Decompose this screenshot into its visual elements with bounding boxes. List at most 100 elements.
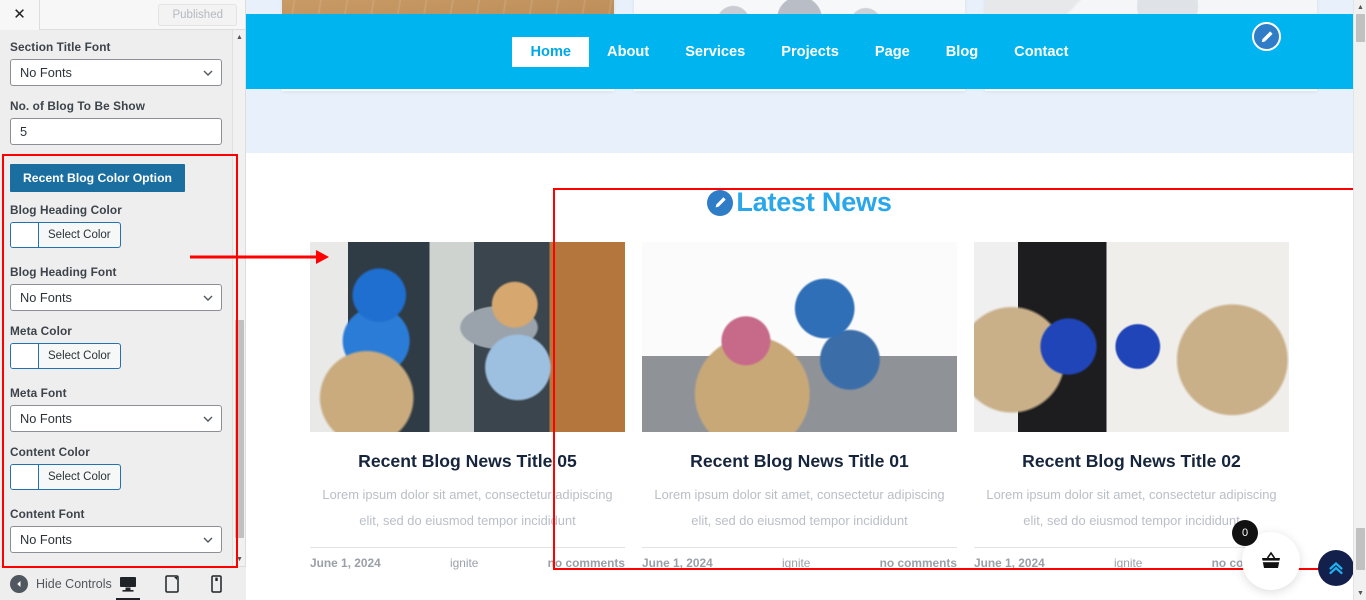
sidebar-scrollbar-thumb[interactable] xyxy=(235,320,244,538)
color-swatch xyxy=(11,465,39,489)
control-meta-color: Meta Color Select Color xyxy=(10,324,223,373)
control-content-color: Content Color Select Color xyxy=(10,445,223,494)
nav-item-projects[interactable]: Projects xyxy=(763,37,857,67)
blog-heading-color-picker[interactable]: Select Color xyxy=(10,222,121,248)
device-desktop-button[interactable] xyxy=(116,567,140,600)
chevron-down-icon xyxy=(203,295,213,301)
blog-card-excerpt: Lorem ipsum dolor sit amet, consectetur … xyxy=(654,487,945,529)
blog-card[interactable]: Recent Blog News Title 05 Lorem ipsum do… xyxy=(310,242,625,570)
blog-card-title[interactable]: Recent Blog News Title 01 xyxy=(642,451,957,472)
desktop-icon xyxy=(120,576,136,592)
page-title: Latest News xyxy=(736,187,892,217)
content-color-picker[interactable]: Select Color xyxy=(10,464,121,490)
blog-card-author[interactable]: ignite xyxy=(450,556,478,570)
blog-heading-font-select[interactable]: No Fonts xyxy=(10,284,222,311)
nav-menu: Home About Services Projects Page Blog C… xyxy=(512,36,1086,67)
select-color-label: Select Color xyxy=(48,229,111,241)
control-label: Content Color xyxy=(10,445,90,459)
control-meta-font: Meta Font No Fonts xyxy=(10,386,223,432)
hide-controls-label: Hide Controls xyxy=(36,576,112,591)
no-of-blog-input[interactable]: 5 xyxy=(10,118,222,145)
nav-item-home[interactable]: Home xyxy=(512,36,590,67)
section-title-font-select[interactable]: No Fonts xyxy=(10,59,222,86)
blog-card-image-family-playing-with-moving-box xyxy=(642,242,957,432)
control-no-of-blog: No. of Blog To Be Show 5 xyxy=(10,99,223,145)
control-label: Blog Heading Color xyxy=(10,203,122,217)
control-label: Content Font xyxy=(10,507,85,521)
nav-item-services[interactable]: Services xyxy=(667,37,763,67)
control-label: Meta Font xyxy=(10,386,67,400)
site-navbar: Home About Services Projects Page Blog C… xyxy=(246,14,1353,89)
select-value: No Fonts xyxy=(20,532,72,547)
nav-item-page[interactable]: Page xyxy=(857,37,928,67)
close-icon[interactable]: ✕ xyxy=(0,0,40,30)
blog-card-comments[interactable]: no comments xyxy=(548,556,625,570)
blog-card[interactable]: Recent Blog News Title 01 Lorem ipsum do… xyxy=(642,242,957,570)
blog-card-date: June 1, 2024 xyxy=(310,555,381,570)
preview-scroll-up-icon[interactable]: ▲ xyxy=(1354,0,1366,14)
device-tablet-button[interactable] xyxy=(160,567,184,600)
cart-button[interactable]: 0 xyxy=(1232,520,1300,590)
mobile-icon xyxy=(210,574,222,593)
blog-card-meta: June 1, 2024 ignite no comments xyxy=(310,546,625,570)
color-swatch xyxy=(11,344,39,368)
edit-section-pencil-icon[interactable] xyxy=(707,189,734,216)
preview-scroll-down-icon[interactable]: ▼ xyxy=(1354,586,1366,600)
latest-news-section: Latest News Recent Blog News Title 05 Lo… xyxy=(246,153,1353,600)
control-label: Section Title Font xyxy=(10,40,111,54)
control-content-font: Content Font No Fonts xyxy=(10,507,223,553)
sidebar-controls: Section Title Font No Fonts No. of Blog … xyxy=(0,30,233,566)
select-color-label: Select Color xyxy=(48,350,111,362)
blog-cards-row: Recent Blog News Title 05 Lorem ipsum do… xyxy=(310,242,1289,570)
blog-card-author[interactable]: ignite xyxy=(1114,556,1142,570)
shopping-basket-icon xyxy=(1262,551,1280,568)
chevron-down-icon xyxy=(203,537,213,543)
blog-card-date: June 1, 2024 xyxy=(642,555,713,570)
blog-card-date: June 1, 2024 xyxy=(974,555,1045,570)
color-swatch xyxy=(11,223,39,247)
customizer-screen: ✕ Published Section Title Font No Fonts … xyxy=(0,0,1366,600)
sidebar-header: ✕ Published xyxy=(0,0,245,30)
tablet-icon xyxy=(165,574,179,593)
meta-color-picker[interactable]: Select Color xyxy=(10,343,121,369)
blog-card-comments[interactable]: no comments xyxy=(880,556,957,570)
select-value: No Fonts xyxy=(20,411,72,426)
preview-scrollbar[interactable]: ▲ ▼ xyxy=(1353,0,1366,600)
nav-item-blog[interactable]: Blog xyxy=(928,37,996,67)
latest-news-heading-row: Latest News xyxy=(310,187,1289,218)
content-font-select[interactable]: No Fonts xyxy=(10,526,222,553)
control-blog-heading-font: Blog Heading Font No Fonts xyxy=(10,265,223,311)
recent-blog-color-option-button[interactable]: Recent Blog Color Option xyxy=(10,164,185,192)
scroll-up-icon[interactable]: ▲ xyxy=(233,30,246,44)
select-value: No Fonts xyxy=(20,65,72,80)
blog-card-meta: June 1, 2024 ignite no comments xyxy=(642,546,957,570)
meta-font-select[interactable]: No Fonts xyxy=(10,405,222,432)
site-preview: Home About Services Projects Page Blog C… xyxy=(246,0,1366,600)
scroll-to-top-button[interactable] xyxy=(1318,550,1354,586)
sidebar-scrollbar[interactable]: ▲ ▼ xyxy=(232,30,245,566)
device-switcher xyxy=(116,567,236,600)
blog-card-title[interactable]: Recent Blog News Title 05 xyxy=(310,451,625,472)
hide-controls-button[interactable]: Hide Controls xyxy=(10,574,112,593)
sidebar-footer: Hide Controls xyxy=(0,566,246,600)
nav-item-about[interactable]: About xyxy=(589,37,667,67)
device-mobile-button[interactable] xyxy=(204,567,228,600)
nav-item-contact[interactable]: Contact xyxy=(996,37,1086,67)
preview-scrollbar-thumb[interactable] xyxy=(1356,528,1365,570)
edit-menu-pencil-icon[interactable] xyxy=(1252,22,1281,51)
customizer-sidebar: ✕ Published Section Title Font No Fonts … xyxy=(0,0,246,600)
preview-scrollbar-thumb-top[interactable] xyxy=(1356,14,1365,42)
control-label: No. of Blog To Be Show xyxy=(10,99,146,113)
blog-card-image-two-movers-sitting-with-boxes xyxy=(974,242,1289,432)
scroll-down-icon[interactable]: ▼ xyxy=(233,552,246,566)
control-label: Meta Color xyxy=(10,324,72,338)
blog-card-excerpt: Lorem ipsum dolor sit amet, consectetur … xyxy=(322,487,613,529)
select-value: No Fonts xyxy=(20,290,72,305)
collapse-arrow-icon xyxy=(10,574,28,593)
control-blog-heading-color: Blog Heading Color Select Color xyxy=(10,203,223,252)
blog-card-title[interactable]: Recent Blog News Title 02 xyxy=(974,451,1289,472)
blog-card-author[interactable]: ignite xyxy=(782,556,810,570)
chevron-down-icon xyxy=(203,70,213,76)
published-button[interactable]: Published xyxy=(158,3,237,26)
double-chevron-up-icon xyxy=(1329,562,1343,575)
